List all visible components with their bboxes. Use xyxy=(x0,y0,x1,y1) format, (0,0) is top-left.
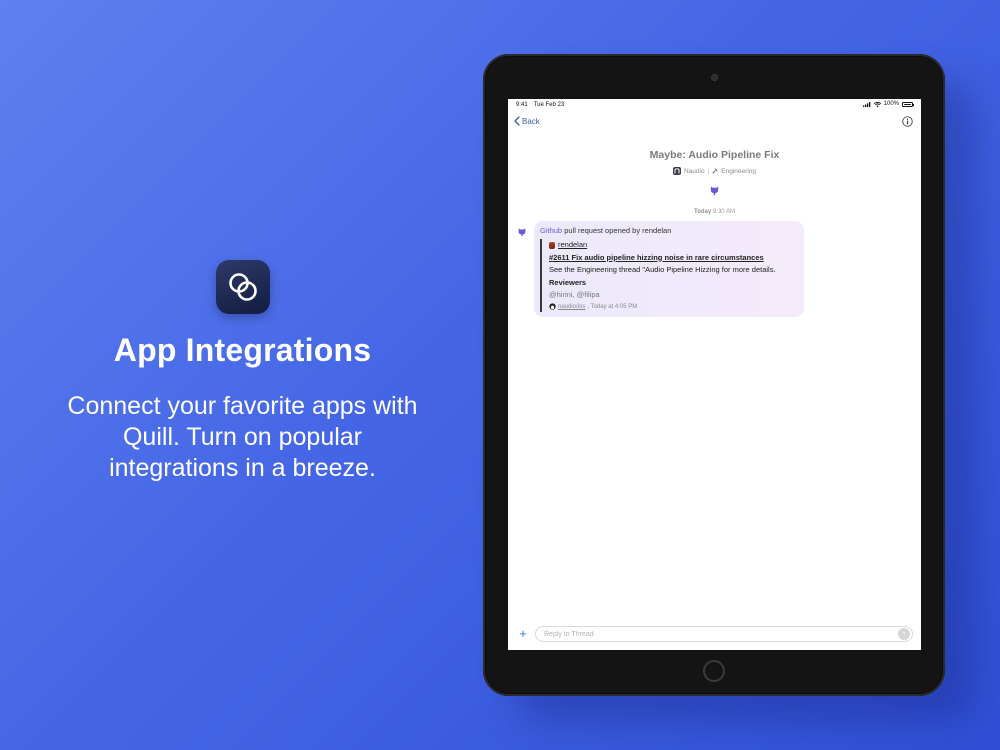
status-date: Tue Feb 23 xyxy=(533,102,565,108)
reply-input[interactable] xyxy=(535,626,913,642)
status-bar: 9:41 Tue Feb 23 100% xyxy=(508,99,921,111)
chevron-left-icon xyxy=(514,116,520,126)
front-camera xyxy=(711,74,718,81)
battery-icon xyxy=(902,101,914,107)
thread-meta: Naudio | Engineering xyxy=(508,167,921,175)
home-button[interactable] xyxy=(703,660,725,682)
promo-panel: App Integrations Connect your favorite a… xyxy=(60,260,425,484)
pull-request-link[interactable]: #2611 Fix audio pipeline hizzing noise i… xyxy=(549,252,799,265)
meta-separator: | xyxy=(707,167,710,175)
hammer-icon xyxy=(712,168,718,174)
message-bubble[interactable]: Github pull request opened by rendelan r… xyxy=(534,221,804,317)
embed-description: See the Engineering thread "Audio Pipeli… xyxy=(549,265,776,274)
embed-timestamp: , Today at 4:05 PM xyxy=(587,303,638,310)
ipad-device: 9:41 Tue Feb 23 100% Back Maybe: Audio P… xyxy=(483,54,945,696)
github-embed: rendelan #2611 Fix audio pipeline hizzin… xyxy=(540,239,799,312)
status-time: 9:41 xyxy=(516,102,528,108)
reviewers-list: @hirini, @filipa xyxy=(549,290,600,299)
promo-subtitle: Connect your favorite apps with Quill. T… xyxy=(67,392,418,482)
back-label: Back xyxy=(522,116,540,126)
embed-author-name: rendelan xyxy=(558,240,588,249)
github-avatar-icon[interactable] xyxy=(517,227,527,237)
author-avatar xyxy=(549,241,555,249)
org-logo-icon xyxy=(672,167,681,175)
back-button[interactable]: Back xyxy=(514,116,540,126)
send-button[interactable]: ↑ xyxy=(898,628,910,640)
repo-link[interactable]: naudio/ios xyxy=(558,302,585,312)
message-header: Github pull request opened by rendelan xyxy=(540,226,799,235)
embed-author[interactable]: rendelan xyxy=(549,239,799,252)
message-text: pull request opened by rendelan xyxy=(564,226,672,235)
github-logo-icon xyxy=(549,303,556,310)
embed-footer: naudio/ios, Today at 4:05 PM xyxy=(549,302,799,312)
app-screen: 9:41 Tue Feb 23 100% Back Maybe: Audio P… xyxy=(508,99,921,650)
info-icon[interactable] xyxy=(902,116,913,127)
quill-logo-icon xyxy=(215,260,270,314)
composer-bar: + ↑ xyxy=(508,620,921,650)
org-name[interactable]: Naudio xyxy=(684,168,705,175)
date-divider: Today 9:30 AM xyxy=(508,209,921,215)
status-indicators: 100% xyxy=(862,101,914,107)
promo-title: App Integrations xyxy=(113,332,372,368)
divider-day: Today xyxy=(694,209,712,215)
cellular-signal-icon xyxy=(862,101,870,107)
github-octocat-icon xyxy=(710,186,719,196)
divider-time: 9:30 AM xyxy=(712,209,735,215)
reviewers-label: Reviewers xyxy=(549,277,587,287)
wifi-icon xyxy=(873,101,881,107)
status-time-date: 9:41 Tue Feb 23 xyxy=(516,102,564,108)
thread-title: Maybe: Audio Pipeline Fix xyxy=(649,149,780,161)
channel-name[interactable]: Engineering xyxy=(721,168,756,175)
message-source[interactable]: Github xyxy=(540,226,562,235)
add-attachment-button[interactable]: + xyxy=(517,627,529,640)
battery-percent: 100% xyxy=(883,101,899,107)
